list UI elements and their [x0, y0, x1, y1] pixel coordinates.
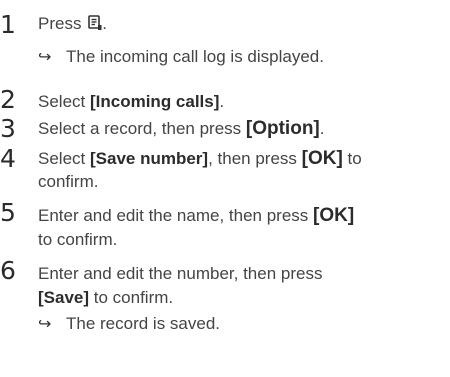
step-number: 2 [0, 85, 16, 114]
step-2-text-part: . [219, 92, 225, 111]
phonebook-icon [88, 15, 102, 37]
step-2-text: Select [Incoming calls]. [38, 91, 224, 113]
step-5-text: Enter and edit the name, then press [OK] [38, 205, 354, 227]
incoming-calls-option: [Incoming calls] [89, 92, 220, 111]
save-key: [Save] [38, 288, 90, 307]
step-6-result-text: The record is saved. [66, 314, 221, 333]
result-arrow-icon: ↪ [38, 47, 52, 66]
step-1-result-text: The incoming call log is displayed. [66, 47, 324, 66]
save-number-option: [Save number] [89, 149, 209, 168]
step-4-text: Select [Save number], then press [OK] to [38, 148, 362, 170]
step-3-text-part: . [319, 119, 325, 138]
result-arrow-icon: ↪ [38, 314, 52, 333]
step-4-text-part: , then press [208, 149, 302, 168]
step-6-text: Enter and edit the number, then press [38, 264, 323, 283]
ok-key: [OK] [301, 148, 343, 169]
step-number: 4 [0, 144, 16, 173]
step-3-text-part: Select a record, then press [38, 119, 246, 138]
step-1-result: ↪ The incoming call log is displayed. [38, 46, 324, 68]
step-number: 6 [0, 256, 16, 285]
step-5-text-cont: to confirm. [38, 230, 118, 249]
step-4-text-part: to [342, 149, 362, 168]
step-4-text-cont: confirm. [38, 172, 99, 191]
step-number: 5 [0, 198, 16, 227]
step-3-text: Select a record, then press [Option]. [38, 118, 324, 140]
step-1-text: Press . [38, 13, 107, 37]
step-number: 1 [0, 10, 16, 39]
step-5-text-part: Enter and edit the name, then press [38, 206, 314, 225]
step-1-period: . [102, 14, 107, 33]
step-4-text-part: Select [38, 149, 90, 168]
step-1-press: Press [38, 14, 87, 33]
ok-key: [OK] [313, 205, 355, 226]
step-number: 3 [0, 114, 16, 143]
step-2-text-part: Select [38, 92, 90, 111]
step-6-text-cont: [Save] to confirm. [38, 287, 173, 309]
step-6-text-part: to confirm. [89, 288, 174, 307]
step-6-result: ↪ The record is saved. [38, 313, 220, 335]
option-key: [Option] [245, 118, 320, 139]
